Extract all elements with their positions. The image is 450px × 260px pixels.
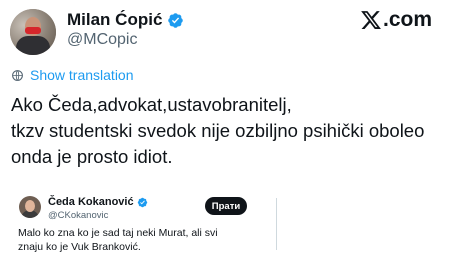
quoted-avatar-face [25,200,35,212]
post-text-line: tkzv studentski svedok nije ozbiljno psi… [11,120,425,141]
quoted-text-line: Malo ko zna ko je sad taj neki Murat, al… [18,227,218,239]
quoted-post-text: Malo ko zna ko je sad taj neki Murat, al… [18,226,273,254]
author-avatar[interactable] [10,9,56,55]
avatar-body [16,36,50,55]
post-text: Ako Čeda,advokat,ustavobranitelj, tkzv s… [11,92,441,170]
globe-icon [12,69,23,81]
author-name-row: Milan Ćopić [67,10,184,30]
x-logo-icon [361,11,381,29]
post-text-line: Ako Čeda,advokat,ustavobranitelj, [11,94,292,115]
quoted-author-name-row: Čeda Kokanović [48,196,148,208]
quoted-post[interactable]: Čeda Kokanović @CKokanovic Прати Malo ko… [10,190,275,260]
verified-badge-icon [168,12,184,28]
quoted-author-name[interactable]: Čeda Kokanović [48,196,134,208]
author-name[interactable]: Milan Ćopić [67,10,162,30]
follow-button[interactable]: Прати [205,197,247,215]
quoted-author-avatar[interactable] [19,196,41,218]
show-translation-label: Show translation [30,67,134,83]
avatar-mask [25,27,41,34]
platform-domain: .com [382,8,432,31]
author-handle[interactable]: @MCopic [67,31,137,49]
platform-logo[interactable]: .com [360,9,432,31]
quoted-author-handle[interactable]: @CKokanovic [48,210,108,221]
show-translation-link[interactable]: Show translation [11,67,134,83]
quoted-text-line: znaju ko je Vuk Branković. [18,241,141,253]
quoted-post-divider [276,198,277,250]
post-text-line: onda je prosto idiot. [11,146,173,167]
verified-badge-icon [137,197,147,207]
